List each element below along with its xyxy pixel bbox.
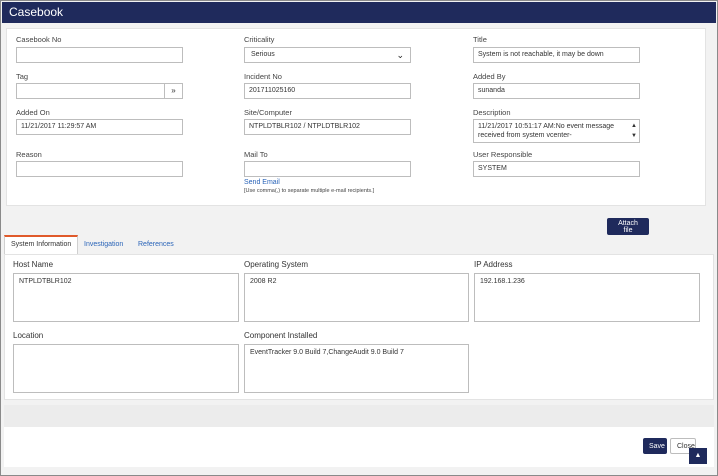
operating-system-label: Operating System: [244, 260, 309, 269]
mail-to-label: Mail To: [244, 150, 268, 159]
window-title: Casebook: [2, 2, 716, 23]
site-computer-label: Site/Computer: [244, 108, 292, 117]
incident-no-label: Incident No: [244, 72, 282, 81]
ip-address-label: IP Address: [474, 260, 513, 269]
reason-input[interactable]: [16, 161, 183, 177]
footer-bar: [4, 427, 714, 467]
host-name-label: Host Name: [13, 260, 54, 269]
added-by-label: Added By: [473, 72, 506, 81]
double-chevron-down-icon[interactable]: »: [164, 84, 182, 98]
tab-bar: System Information Investigation Referen…: [4, 235, 714, 254]
operating-system-field[interactable]: 2008 R2: [244, 273, 469, 322]
added-by-input[interactable]: sunanda: [473, 83, 640, 99]
title-label: Title: [473, 35, 487, 44]
component-installed-field[interactable]: EventTracker 9.0 Build 7,ChangeAudit 9.0…: [244, 344, 469, 393]
added-on-input[interactable]: 11/21/2017 11:29:57 AM: [16, 119, 183, 135]
chevron-down-icon: ⌄: [396, 50, 404, 60]
host-name-field[interactable]: NTPLDTBLR102: [13, 273, 239, 322]
user-responsible-label: User Responsible: [473, 150, 533, 159]
system-information-panel: Host Name NTPLDTBLR102 Operating System …: [4, 254, 714, 400]
site-computer-input[interactable]: NTPLDTBLR102 / NTPLDTBLR102: [244, 119, 411, 135]
location-field[interactable]: [13, 344, 239, 393]
added-on-label: Added On: [16, 108, 50, 117]
section-divider: [4, 405, 714, 427]
mail-to-input[interactable]: [244, 161, 411, 177]
ip-address-field[interactable]: 192.168.1.236: [474, 273, 700, 322]
casebook-no-input[interactable]: [16, 47, 183, 63]
mail-to-hint: [Use comma(,) to separate multiple e-mai…: [244, 188, 375, 194]
component-installed-label: Component Installed: [244, 331, 318, 340]
scroll-arrows-icon[interactable]: ▲ ▼: [631, 121, 637, 141]
tab-system-information[interactable]: System Information: [4, 235, 79, 254]
title-input[interactable]: System is not reachable, it may be down: [473, 47, 640, 63]
description-label: Description: [473, 108, 511, 117]
criticality-value: Serious: [251, 51, 275, 58]
tab-investigation[interactable]: Investigation: [84, 235, 123, 254]
user-responsible-input[interactable]: SYSTEM: [473, 161, 640, 177]
casebook-form: Casebook No Criticality Serious ⌄ Title …: [6, 28, 706, 206]
save-button[interactable]: Save: [643, 438, 667, 454]
criticality-select[interactable]: Serious ⌄: [244, 47, 411, 63]
attach-file-button[interactable]: Attach file: [607, 218, 649, 235]
criticality-label: Criticality: [244, 35, 275, 44]
incident-no-input[interactable]: 201711025160: [244, 83, 411, 99]
tag-label: Tag: [16, 72, 29, 81]
description-value: 11/21/2017 10:51:17 AM:No event message …: [478, 123, 615, 139]
casebook-no-label: Casebook No: [16, 35, 62, 44]
location-label: Location: [13, 331, 44, 340]
tag-input[interactable]: »: [16, 83, 183, 99]
reason-label: Reason: [16, 150, 42, 159]
description-textarea[interactable]: 11/21/2017 10:51:17 AM:No event message …: [473, 119, 640, 143]
arrow-up-icon[interactable]: ▲: [689, 448, 707, 464]
casebook-window: Casebook Casebook No Criticality Serious…: [0, 0, 718, 476]
send-email-link[interactable]: Send Email: [244, 179, 280, 186]
tab-references[interactable]: References: [138, 235, 174, 254]
